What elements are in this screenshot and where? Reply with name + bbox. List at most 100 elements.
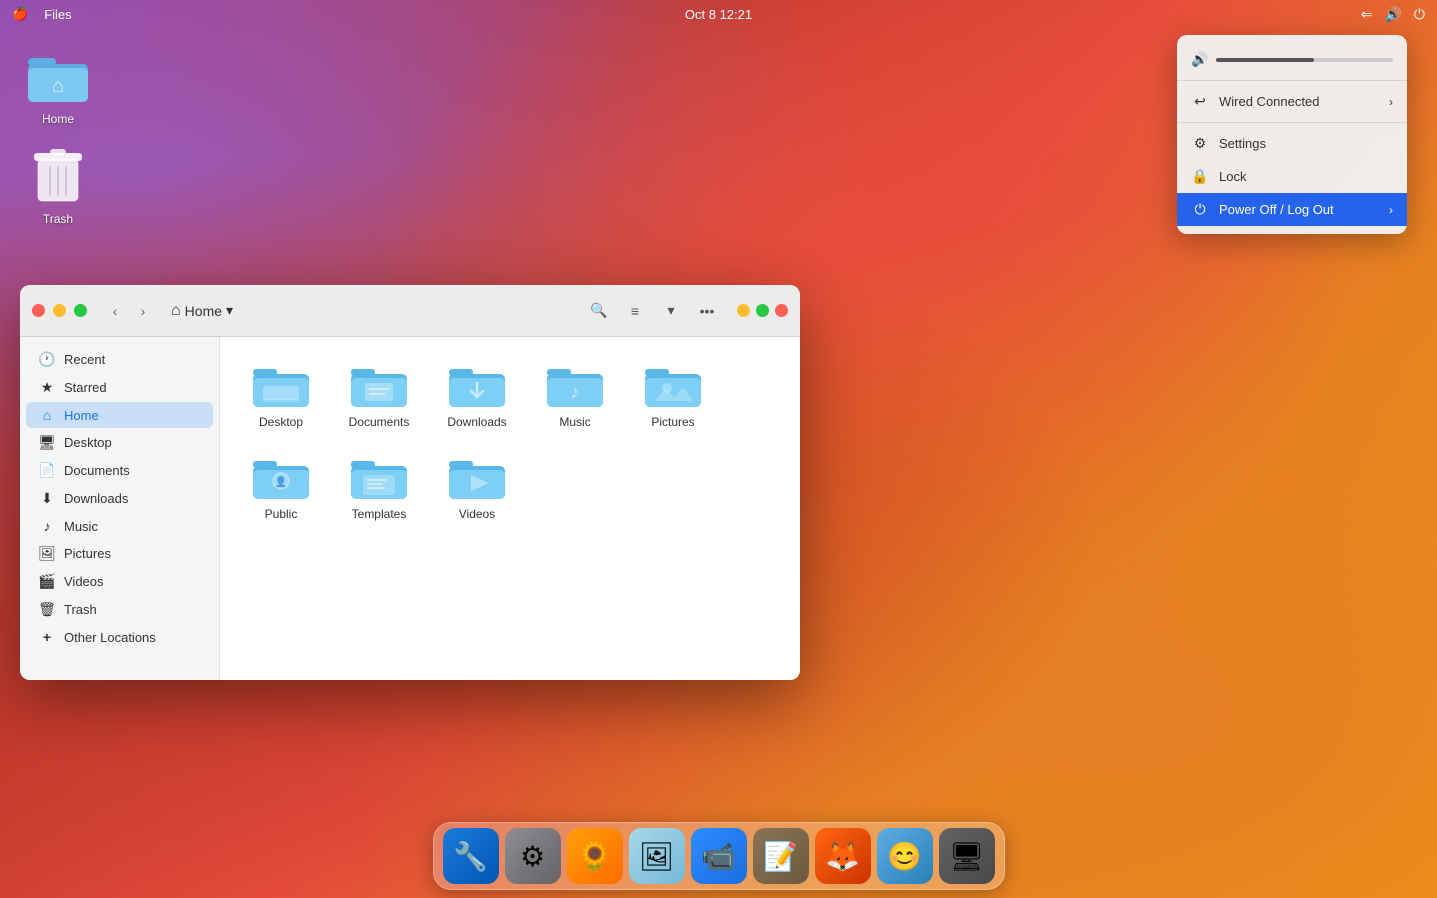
- files-grid: Desktop Documents: [236, 353, 784, 529]
- dock-app-texteditor[interactable]: 📝: [753, 828, 809, 884]
- power-label: Power Off / Log Out: [1219, 202, 1334, 217]
- sidebar-item-starred[interactable]: ★ Starred: [26, 374, 213, 401]
- folder-public-label: Public: [265, 507, 298, 521]
- window-minimize-button[interactable]: [53, 304, 66, 317]
- location-home-icon: ⌂: [171, 302, 181, 320]
- downloads-sidebar-icon: ⬇: [38, 490, 56, 507]
- more-options-button[interactable]: •••: [693, 297, 721, 325]
- dock-app-finder[interactable]: 😊: [877, 828, 933, 884]
- folder-templates[interactable]: Templates: [334, 445, 424, 529]
- nav-forward-button[interactable]: ›: [131, 299, 155, 323]
- svg-text:♪: ♪: [571, 382, 580, 402]
- templates-folder-icon: [351, 453, 407, 501]
- menu-item-network[interactable]: ↩ Wired Connected ›: [1177, 85, 1407, 118]
- dock-app-xcode[interactable]: 🔧: [443, 828, 499, 884]
- folder-documents-label: Documents: [349, 415, 410, 429]
- window-maximize-button[interactable]: [74, 304, 87, 317]
- power-icon: ⏻: [1191, 201, 1209, 218]
- downloads-folder-icon: [449, 361, 505, 409]
- dock-settings-icon: ⚙: [520, 840, 545, 873]
- folder-public[interactable]: 👤 Public: [236, 445, 326, 529]
- network-arrow-icon: ›: [1389, 95, 1393, 109]
- settings-label: Settings: [1219, 136, 1266, 151]
- pictures-sidebar-icon: 🖼: [38, 545, 56, 562]
- videos-folder-icon: [449, 453, 505, 501]
- folder-pictures[interactable]: Pictures: [628, 353, 718, 437]
- nav-back-button[interactable]: ‹: [103, 299, 127, 323]
- folder-desktop-label: Desktop: [259, 415, 303, 429]
- topbar-power-icon[interactable]: ⏻: [1414, 6, 1425, 23]
- dock-app-system[interactable]: 🖥: [939, 828, 995, 884]
- zoom-icon: 📹: [701, 840, 736, 873]
- view-options-button[interactable]: ▾: [657, 297, 685, 325]
- xcode-icon: 🔧: [453, 840, 488, 873]
- window-location[interactable]: ⌂ Home ▾: [171, 302, 233, 320]
- sidebar-label-other-locations: Other Locations: [64, 630, 156, 645]
- topbar-back-icon: ⇐: [1361, 6, 1373, 23]
- music-sidebar-icon: ♪: [38, 518, 56, 534]
- videos-sidebar-icon: 🎬: [38, 573, 56, 590]
- folder-templates-label: Templates: [352, 507, 407, 521]
- trash-icon-label: Trash: [43, 212, 73, 226]
- desktop-folder-icon: [253, 361, 309, 409]
- settings-menu-icon: ⚙: [1191, 135, 1209, 152]
- dock-app-preview[interactable]: 🖼: [629, 828, 685, 884]
- desktop-icon-trash[interactable]: Trash: [22, 140, 94, 230]
- sidebar-item-other-locations[interactable]: + Other Locations: [26, 624, 213, 650]
- menu-item-lock[interactable]: 🔒 Lock: [1177, 160, 1407, 193]
- sidebar-label-music: Music: [64, 519, 98, 534]
- preview-icon: 🖼: [639, 840, 675, 873]
- app-name[interactable]: Files: [44, 7, 71, 22]
- topbar: 🍎 Files Oct 8 12:21 ⇐ 🔊 ⏻: [0, 0, 1437, 28]
- sunflower-icon: 🌻: [577, 840, 612, 873]
- sidebar-item-recent[interactable]: 🕐 Recent: [26, 346, 213, 373]
- sidebar-item-music[interactable]: ♪ Music: [26, 513, 213, 539]
- volume-slider-fill: [1216, 58, 1313, 62]
- menu-item-power[interactable]: ⏻ Power Off / Log Out ›: [1177, 193, 1407, 226]
- sidebar-label-documents: Documents: [64, 463, 130, 478]
- dock-app-firefox[interactable]: 🦊: [815, 828, 871, 884]
- sidebar-item-desktop[interactable]: 🖥 Desktop: [26, 429, 213, 456]
- lock-label: Lock: [1219, 169, 1246, 184]
- documents-folder-icon: [351, 361, 407, 409]
- desktop-icon-home[interactable]: ⌂ Home: [22, 40, 94, 130]
- files-window: ‹ › ⌂ Home ▾ 🔍 ≡ ▾ ••• 🕐 Recent: [20, 285, 800, 680]
- sidebar-label-videos: Videos: [64, 574, 104, 589]
- sidebar-item-documents[interactable]: 📄 Documents: [26, 457, 213, 484]
- window-decoration-circles: [737, 304, 788, 317]
- topbar-sound-icon[interactable]: 🔊: [1384, 6, 1401, 23]
- dock-app-settings[interactable]: ⚙: [505, 828, 561, 884]
- texteditor-icon: 📝: [763, 840, 798, 873]
- main-content: Desktop Documents: [220, 337, 800, 680]
- folder-music[interactable]: ♪ Music: [530, 353, 620, 437]
- search-button[interactable]: 🔍: [585, 297, 613, 325]
- folder-desktop[interactable]: Desktop: [236, 353, 326, 437]
- folder-videos[interactable]: Videos: [432, 445, 522, 529]
- folder-downloads-label: Downloads: [447, 415, 506, 429]
- trash-sidebar-icon: 🗑: [38, 601, 56, 618]
- window-titlebar: ‹ › ⌂ Home ▾ 🔍 ≡ ▾ •••: [20, 285, 800, 337]
- menu-item-settings[interactable]: ⚙ Settings: [1177, 127, 1407, 160]
- volume-slider[interactable]: [1216, 58, 1393, 62]
- apple-menu[interactable]: 🍎: [12, 6, 28, 22]
- location-dropdown-icon[interactable]: ▾: [226, 302, 233, 319]
- firefox-icon: 🦊: [825, 840, 860, 873]
- topbar-right: ⇐ 🔊 ⏻: [1361, 6, 1425, 23]
- dock-app-sunflower[interactable]: 🌻: [567, 828, 623, 884]
- folder-downloads[interactable]: Downloads: [432, 353, 522, 437]
- folder-videos-label: Videos: [459, 507, 495, 521]
- starred-icon: ★: [38, 379, 56, 396]
- power-arrow-icon: ›: [1389, 203, 1393, 217]
- sidebar-item-trash[interactable]: 🗑 Trash: [26, 596, 213, 623]
- view-list-button[interactable]: ≡: [621, 297, 649, 325]
- menu-separator-2: [1177, 122, 1407, 123]
- window-nav: ‹ ›: [103, 299, 155, 323]
- sidebar-item-home[interactable]: ⌂ Home: [26, 402, 213, 428]
- dock-app-zoom[interactable]: 📹: [691, 828, 747, 884]
- sidebar-item-pictures[interactable]: 🖼 Pictures: [26, 540, 213, 567]
- sidebar-item-videos[interactable]: 🎬 Videos: [26, 568, 213, 595]
- folder-documents[interactable]: Documents: [334, 353, 424, 437]
- window-close-button[interactable]: [32, 304, 45, 317]
- sidebar-item-downloads[interactable]: ⬇ Downloads: [26, 485, 213, 512]
- menu-separator-1: [1177, 80, 1407, 81]
